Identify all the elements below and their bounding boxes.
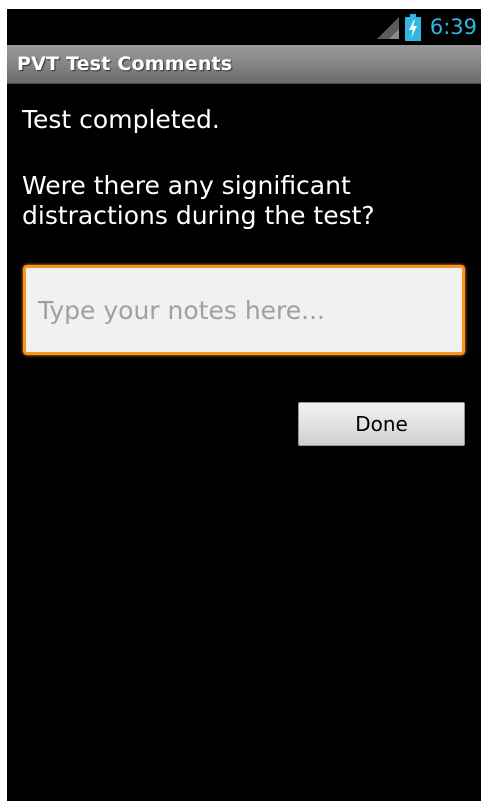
signal-icon bbox=[377, 17, 399, 39]
app-screen: 6:39 PVT Test Comments Test completed. W… bbox=[7, 9, 481, 801]
test-completed-message: Test completed. bbox=[22, 105, 220, 134]
page-title: PVT Test Comments bbox=[17, 53, 233, 75]
battery-charging-icon bbox=[405, 14, 421, 41]
notes-input[interactable] bbox=[23, 265, 465, 355]
status-bar: 6:39 bbox=[7, 9, 481, 45]
distraction-question: Were there any significant distractions … bbox=[22, 171, 375, 230]
status-clock: 6:39 bbox=[429, 15, 477, 39]
done-button[interactable]: Done bbox=[298, 402, 465, 446]
title-bar: PVT Test Comments bbox=[7, 45, 481, 84]
